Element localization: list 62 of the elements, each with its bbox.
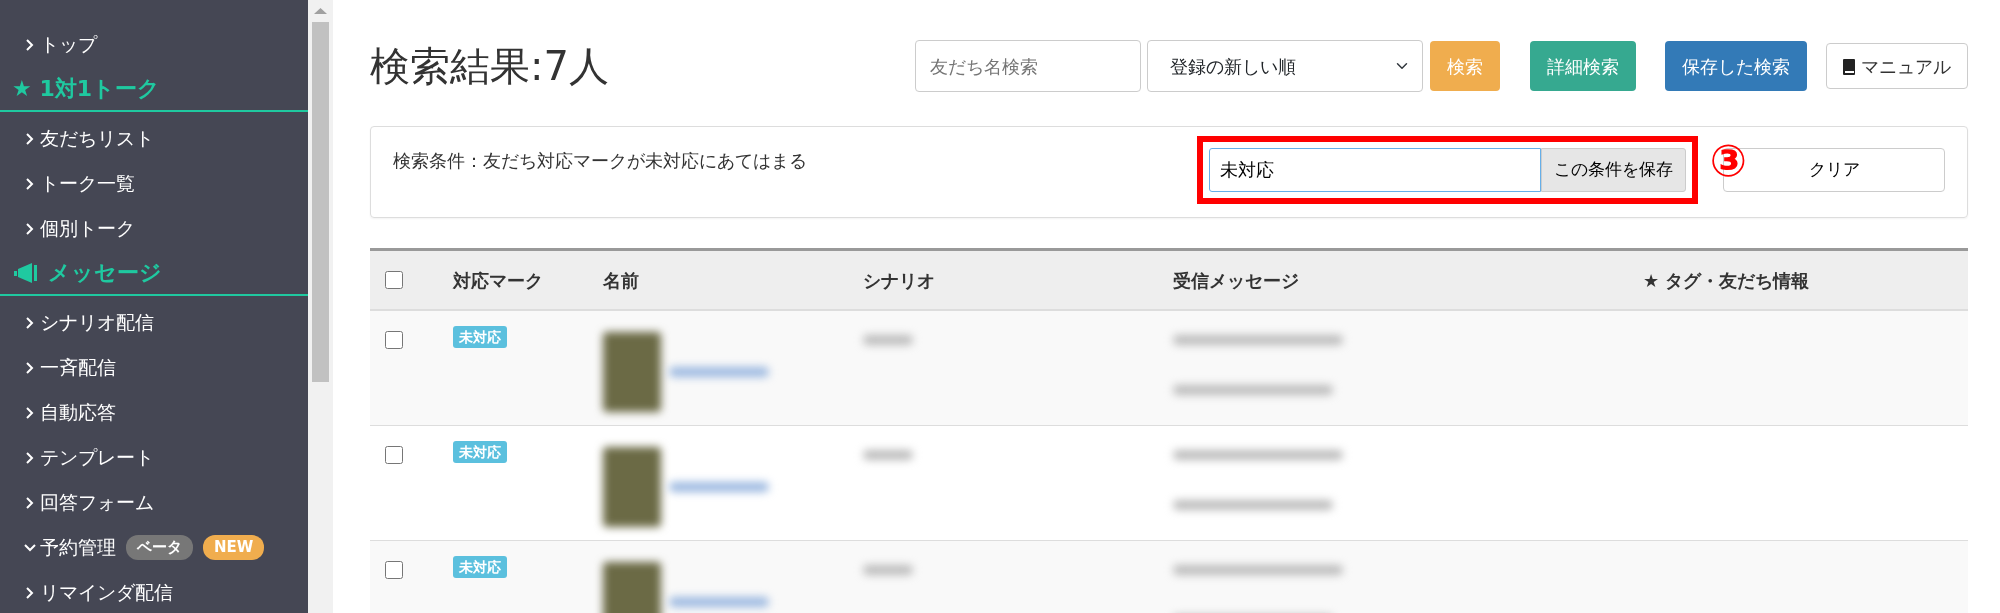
sidebar-label: 自動応答 bbox=[40, 400, 116, 426]
sidebar-label: トーク一覧 bbox=[40, 171, 135, 197]
scrollbar[interactable] bbox=[308, 0, 333, 613]
sidebar-label: 回答フォーム bbox=[40, 490, 154, 516]
row-checkbox[interactable] bbox=[385, 561, 403, 579]
sidebar-item[interactable]: トーク一覧 bbox=[0, 161, 308, 206]
status-badge: 未対応 bbox=[453, 556, 507, 578]
beta-badge: ベータ bbox=[126, 535, 193, 560]
row-checkbox[interactable] bbox=[385, 331, 403, 349]
sidebar-label: シナリオ配信 bbox=[40, 310, 154, 336]
column-header: シナリオ bbox=[862, 268, 936, 293]
chevron-right-icon bbox=[24, 37, 36, 52]
header-checkbox[interactable] bbox=[385, 270, 403, 289]
blurred-text bbox=[863, 565, 913, 575]
chevron-right-icon bbox=[24, 450, 36, 465]
sidebar-label: 個別トーク bbox=[40, 216, 135, 242]
chevron-right-icon bbox=[24, 585, 36, 600]
save-condition-button[interactable]: この条件を保存 bbox=[1540, 148, 1686, 192]
column-header: 受信メッセージ bbox=[1172, 268, 1300, 293]
sidebar-label: 予約管理 bbox=[40, 535, 116, 561]
book-icon bbox=[1843, 58, 1855, 75]
chevron-right-icon bbox=[24, 405, 36, 420]
page-title: 検索結果:7人 bbox=[370, 42, 610, 90]
column-header: 名前 bbox=[602, 268, 640, 293]
blurred-text bbox=[863, 450, 913, 460]
column-header: 対応マーク bbox=[451, 268, 544, 293]
sidebar-item[interactable]: リマインダ配信 bbox=[0, 570, 308, 613]
status-badge: 未対応 bbox=[453, 441, 507, 463]
sidebar-label: テンプレート bbox=[40, 445, 154, 471]
sidebar-label: トップ bbox=[40, 32, 97, 58]
search-condition-text: 検索条件：友だち対応マークが未対応にあてはまる bbox=[392, 149, 808, 173]
row-checkbox[interactable] bbox=[385, 446, 403, 464]
sidebar-label: 一斉配信 bbox=[40, 355, 116, 381]
sidebar-label: リマインダ配信 bbox=[40, 580, 173, 606]
chevron-right-icon bbox=[24, 315, 36, 330]
sidebar-label: 友だちリスト bbox=[40, 126, 154, 152]
sidebar-item[interactable]: 一斉配信 bbox=[0, 345, 308, 390]
section-heading: ★ 1対1トーク bbox=[12, 75, 160, 103]
sidebar-item[interactable]: 自動応答 bbox=[0, 390, 308, 435]
chevron-right-icon bbox=[24, 131, 36, 146]
sort-select[interactable]: 登録の新しい順 bbox=[1147, 40, 1423, 92]
sidebar-item[interactable]: 個別トーク bbox=[0, 206, 308, 251]
new-badge: NEW bbox=[203, 535, 265, 560]
search-button[interactable]: 保存した検索 bbox=[1665, 41, 1807, 91]
column-header: ★ タグ・友だち情報 bbox=[1642, 268, 1811, 293]
sidebar-item[interactable]: 予約管理 ベータ NEW bbox=[0, 525, 308, 570]
megaphone-icon bbox=[12, 261, 38, 284]
chevron-right-icon bbox=[24, 360, 36, 375]
condition-name-field[interactable]: 未対応 bbox=[1208, 148, 1541, 192]
sidebar-item[interactable]: シナリオ配信 bbox=[0, 300, 308, 345]
blurred-text bbox=[863, 335, 913, 345]
chevron-right-icon bbox=[24, 221, 36, 236]
sidebar-item[interactable]: トップ bbox=[0, 22, 308, 67]
sidebar-item[interactable]: 回答フォーム bbox=[0, 480, 308, 525]
chevron-right-icon bbox=[24, 176, 36, 191]
chevron-right-icon bbox=[24, 495, 36, 510]
manual-button[interactable]: マニュアル bbox=[1826, 43, 1968, 89]
search-field[interactable]: 友だち名検索 bbox=[915, 40, 1141, 92]
section-heading: メッセージ bbox=[48, 259, 162, 287]
status-badge: 未対応 bbox=[453, 326, 507, 348]
sidebar-item[interactable]: テンプレート bbox=[0, 435, 308, 480]
sidebar-item[interactable]: 友だちリスト bbox=[0, 116, 308, 161]
